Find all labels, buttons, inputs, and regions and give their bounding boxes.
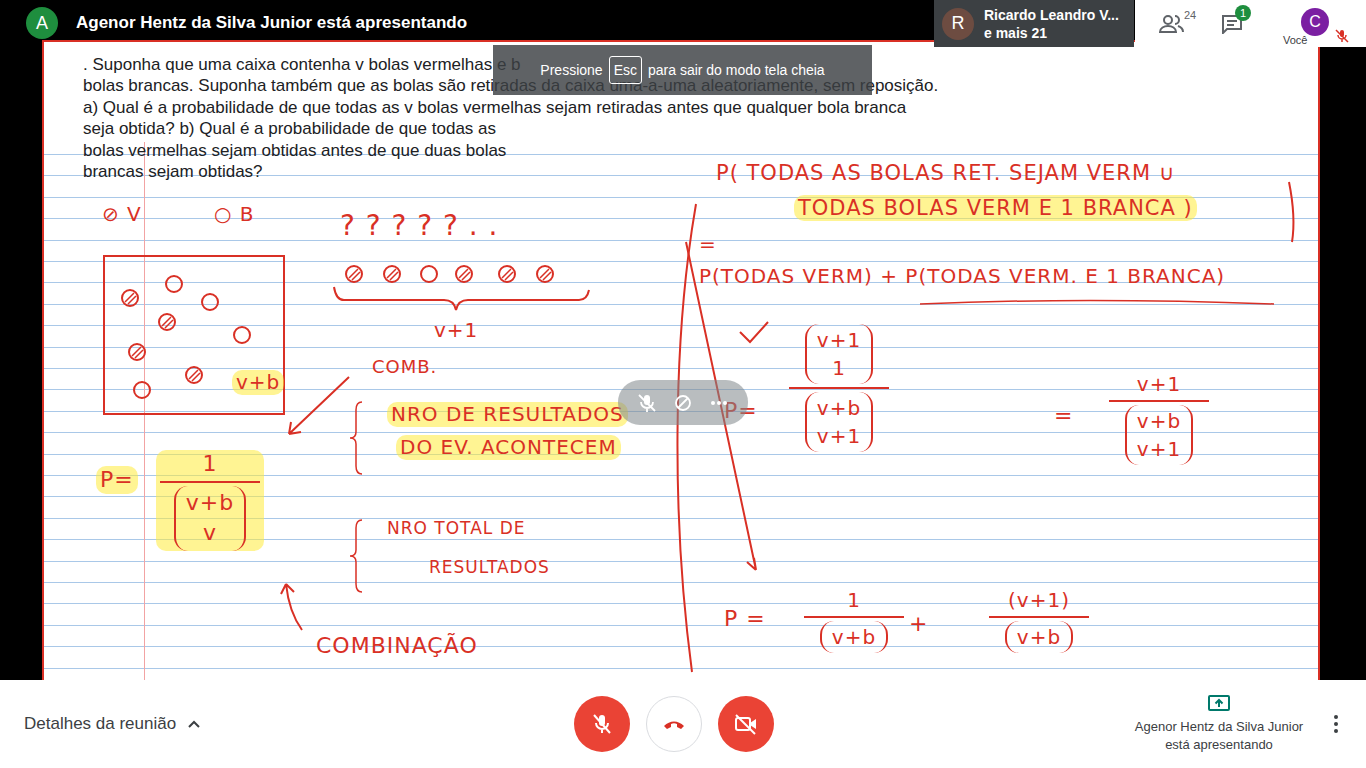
mic-button[interactable] [574, 696, 630, 752]
handwritten-note: TODAS BOLAS VERM E 1 BRANCA ) [794, 195, 1197, 221]
tile-overlay [618, 380, 748, 425]
camera-button[interactable] [718, 696, 774, 752]
chevron-up-icon [186, 716, 202, 732]
self-tile[interactable]: CVocê [1283, 0, 1347, 47]
hangup-icon [661, 711, 687, 737]
chat-button[interactable]: 1 [1221, 9, 1269, 39]
more-icon[interactable] [708, 392, 730, 414]
handwritten-note: ? ? ? ? ? . . [340, 208, 499, 243]
toast-text: Pressione [540, 62, 602, 78]
fullscreen-toast: Pressione Esc para sair do modo tela cheia [493, 45, 872, 95]
problem-line: a) Qual é a probabilidade de que todas a… [83, 97, 1083, 118]
presenting-indicator[interactable]: Agenor Hentz da Silva Junior está aprese… [1124, 694, 1314, 754]
participant-others: e mais 21 [984, 24, 1119, 42]
handwritten-note: 1v+bv [156, 450, 264, 551]
margin-line [144, 142, 145, 680]
pin-icon[interactable] [672, 392, 694, 414]
self-avatar: C [1301, 8, 1329, 36]
problem-line: bolas vermelhas sejam obtidas antes de q… [83, 140, 1083, 161]
presenter-banner: Agenor Hentz da Silva Junior está aprese… [76, 13, 467, 33]
presenter-avatar: A [26, 7, 58, 39]
people-icon [1159, 14, 1185, 34]
handwritten-note: COMB. [372, 356, 437, 379]
participants-tile[interactable]: R Ricardo Leandro V...e mais 21 [934, 0, 1134, 47]
handwritten-note: 1v+b [804, 588, 904, 653]
handwritten-note: RESULTADOS [429, 557, 550, 578]
handwritten-note: NRO TOTAL DE [387, 518, 525, 539]
meet-window: A Agenor Hentz da Silva Junior está apres… [0, 0, 1366, 768]
handwritten-note: DO EV. ACONTECEM [396, 435, 621, 460]
mic-off-icon [590, 712, 614, 736]
toast-text: para sair do modo tela cheia [648, 62, 825, 78]
meeting-details-button[interactable]: Detalhes da reunião [0, 714, 202, 734]
handwritten-note: P( TODAS AS BOLAS RET. SEJAM VERM ∪ [716, 160, 1175, 186]
mic-off-icon [1335, 29, 1349, 43]
participant-avatar: R [942, 8, 974, 40]
more-options-icon[interactable] [1324, 712, 1348, 736]
handwritten-note: NRO DE RESULTADOS [387, 402, 628, 427]
hangup-button[interactable] [646, 696, 702, 752]
present-screen-icon [1207, 694, 1231, 714]
handwritten-note: P(TODAS VERM) + P(TODAS VERM. E 1 BRANCA… [699, 264, 1225, 289]
presenting-label: Agenor Hentz da Silva Junior está aprese… [1124, 718, 1314, 754]
handwritten-note: + [909, 610, 928, 638]
details-label: Detalhes da reunião [24, 714, 176, 734]
handwritten-note: v+1 [434, 318, 478, 343]
mic-off-icon[interactable] [636, 392, 658, 414]
camera-off-icon [733, 712, 759, 736]
shared-document: . Suponha que uma caixa contenha v bolas… [42, 40, 1320, 680]
handwritten-note: COMBINAÇÃO [316, 632, 478, 660]
handwritten-note: = [699, 232, 717, 257]
handwritten-note: (v+1)v+b [989, 588, 1089, 653]
people-button[interactable]: 24 [1159, 9, 1207, 39]
problem-line: seja obtida? b) Qual é a probabilidade d… [83, 118, 1083, 139]
handwritten-note: ○ B [214, 202, 255, 227]
self-label: Você [1283, 34, 1307, 46]
handwritten-note: v+b [232, 370, 284, 395]
handwritten-note: ⊘ V [102, 202, 142, 227]
handwritten-note: P = [724, 605, 766, 633]
handwritten-note: v+11v+bv+1 [789, 324, 889, 452]
people-count: 24 [1184, 9, 1196, 21]
handwritten-note: = [1054, 402, 1073, 430]
top-toolbar: 24 1 CVocê [1135, 0, 1366, 47]
handwritten-note: v+1v+bv+1 [1109, 372, 1209, 465]
bottom-bar: Detalhes da reunião Agenor Hentz da Silva… [0, 680, 1366, 768]
sketch-drawing [44, 42, 1320, 680]
handwritten-note: P= [96, 466, 138, 494]
esc-key: Esc [609, 56, 642, 84]
chat-badge: 1 [1235, 5, 1251, 21]
presentation-stage: . Suponha que uma caixa contenha v bolas… [0, 40, 1366, 680]
participant-name: Ricardo Leandro V... [984, 6, 1119, 24]
